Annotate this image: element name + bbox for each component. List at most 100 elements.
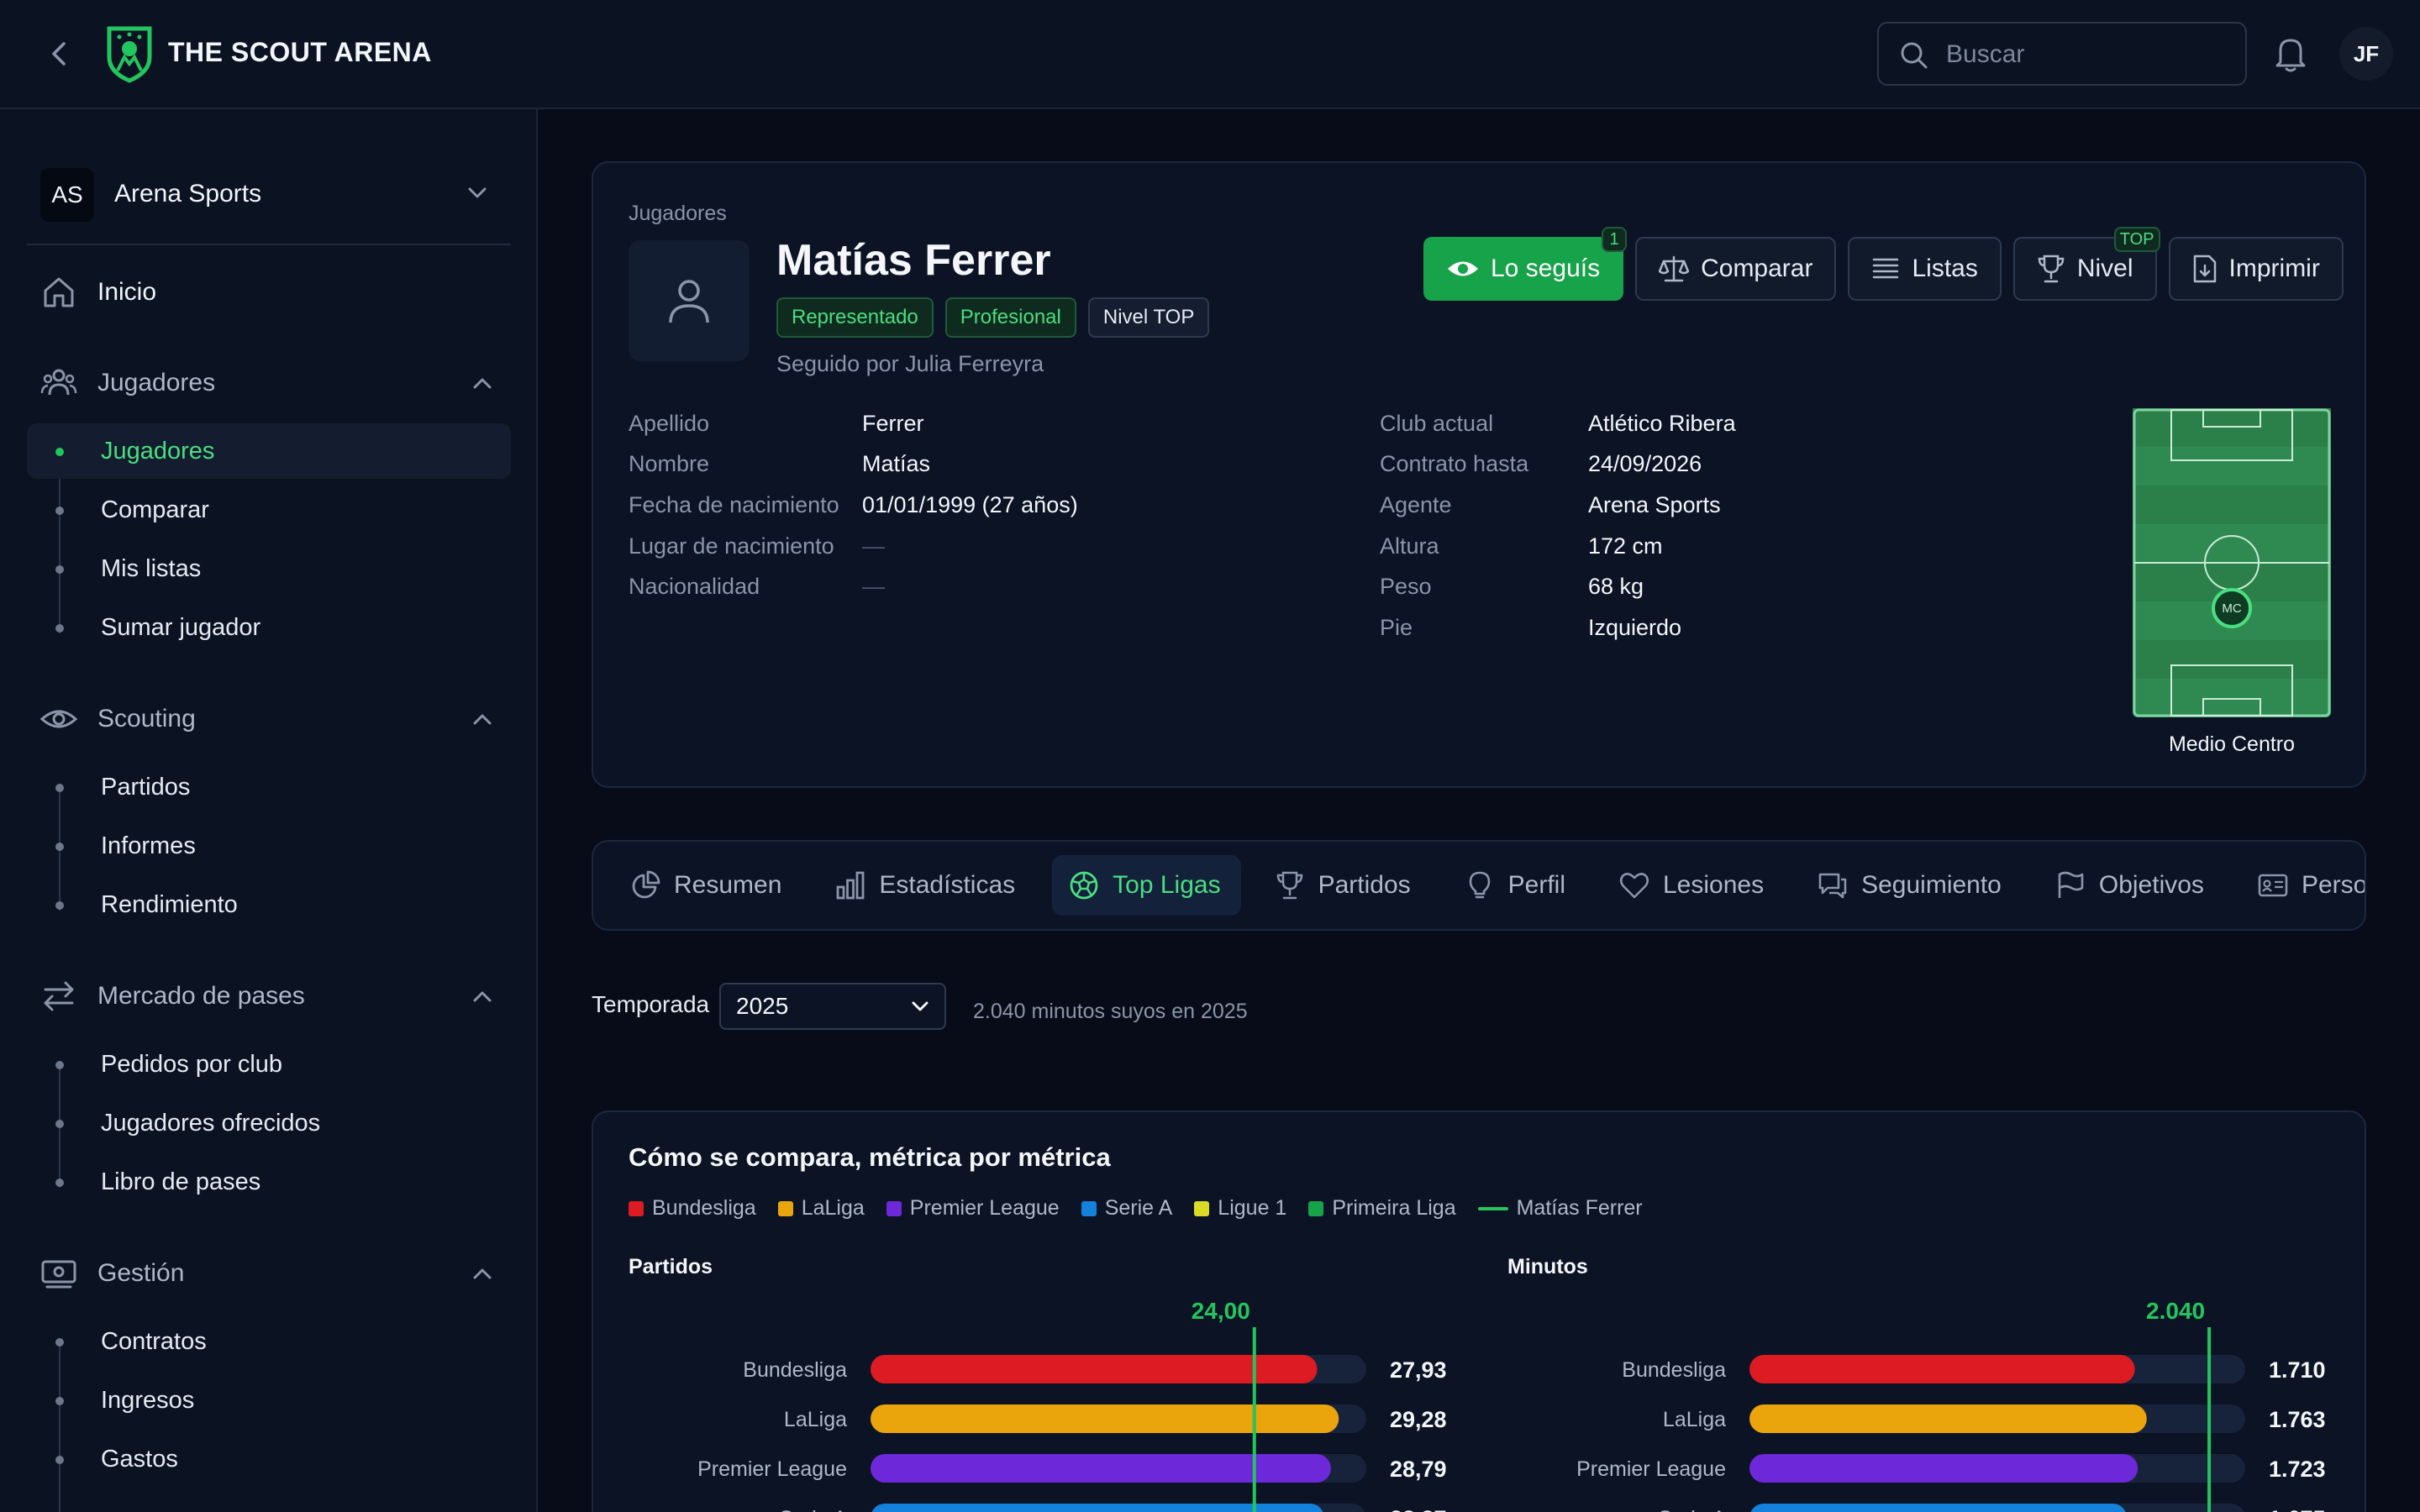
sidebar-item-inicio[interactable]: Inicio bbox=[40, 274, 156, 311]
sidebar-section-label: Gestión bbox=[97, 1259, 185, 1287]
chevron-down-icon bbox=[912, 1001, 929, 1011]
lists-label: Listas bbox=[1912, 255, 1978, 282]
panel-title-minutos: Minutos bbox=[1507, 1255, 1588, 1278]
fact-key: Agente bbox=[1380, 491, 1452, 517]
nav-dot bbox=[55, 448, 64, 456]
sidebar-item-jugadores[interactable]: Jugadores bbox=[27, 423, 511, 479]
search-box[interactable] bbox=[1877, 22, 2247, 86]
sidebar-item-jugadores-ofrecidos[interactable]: Jugadores ofrecidos bbox=[27, 1095, 511, 1151]
fact-row: Club actual Atlético Ribera bbox=[1380, 407, 1736, 440]
follow-label: Lo seguís bbox=[1491, 255, 1601, 282]
nav-dot bbox=[55, 1061, 64, 1069]
sidebar-item-libro-de-pases[interactable]: Libro de pases bbox=[27, 1154, 511, 1210]
fact-key: Peso bbox=[1380, 573, 1432, 599]
value-label: 1.723 bbox=[2269, 1457, 2326, 1482]
sidebar-item-label: Mis listas bbox=[101, 554, 202, 582]
legend-label: Ligue 1 bbox=[1218, 1196, 1287, 1220]
season-select[interactable]: 2025 bbox=[719, 983, 946, 1030]
sidebar-section-gestion[interactable]: Gestión bbox=[40, 1255, 494, 1292]
pie-chart-icon bbox=[632, 870, 660, 899]
fact-value: Izquierdo bbox=[1588, 614, 1682, 640]
fact-key: Apellido bbox=[629, 410, 710, 436]
sidebar-item-label: Partidos bbox=[101, 773, 191, 801]
lists-button[interactable]: Listas bbox=[1848, 237, 2002, 301]
tab-label: Top Ligas bbox=[1113, 871, 1221, 899]
sidebar-item-rendimiento[interactable]: Rendimiento bbox=[27, 877, 511, 932]
profile-tabs: Resumen Estadísticas Top Ligas Partidos … bbox=[592, 840, 2366, 931]
search-icon bbox=[1901, 42, 1928, 69]
tab-resumen[interactable]: Resumen bbox=[613, 855, 802, 916]
tab-partidos[interactable]: Partidos bbox=[1258, 855, 1431, 916]
tab-top-ligas[interactable]: Top Ligas bbox=[1052, 855, 1241, 916]
tab-label: Perfil bbox=[1507, 871, 1565, 899]
notifications-button[interactable] bbox=[2272, 34, 2309, 74]
fact-value: 172 cm bbox=[1588, 533, 1663, 559]
position-code: MC bbox=[2222, 601, 2241, 616]
legend-item: Matías Ferrer bbox=[1477, 1196, 1643, 1221]
bar bbox=[871, 1504, 1323, 1512]
chat-icon bbox=[1818, 873, 1847, 899]
tab-persona[interactable]: Persona bbox=[2241, 855, 2365, 916]
fact-value: Ferrer bbox=[862, 410, 924, 436]
sidebar-item-gastos[interactable]: Gastos bbox=[27, 1431, 511, 1487]
level-badge: TOP bbox=[2113, 227, 2160, 252]
category-label: Bundesliga bbox=[743, 1358, 847, 1382]
sidebar-item-partidos[interactable]: Partidos bbox=[27, 759, 511, 815]
tab-estadisticas[interactable]: Estadísticas bbox=[818, 855, 1035, 916]
sidebar-item-informes[interactable]: Informes bbox=[27, 818, 511, 874]
legend-swatch bbox=[1194, 1200, 1210, 1216]
pitch-position-diagram: MC bbox=[2133, 408, 2331, 717]
tab-label: Estadísticas bbox=[879, 871, 1016, 899]
fact-key: Contrato hasta bbox=[1380, 450, 1529, 476]
subnav-mercado: Pedidos por club Jugadores ofrecidos Lib… bbox=[27, 1037, 511, 1221]
level-button[interactable]: Nivel TOP bbox=[2012, 227, 2160, 301]
sidebar-item-sumar-jugador[interactable]: Sumar jugador bbox=[27, 600, 511, 655]
chart-title: Cómo se compara, métrica por métrica bbox=[629, 1142, 1111, 1172]
sidebar-section-scouting[interactable]: Scouting bbox=[40, 701, 494, 738]
sidebar-item-pedidos-por-club[interactable]: Pedidos por club bbox=[27, 1037, 511, 1092]
season-value: 2025 bbox=[736, 993, 789, 1019]
follow-count-badge: 1 bbox=[1602, 227, 1628, 252]
legend-label: Matías Ferrer bbox=[1516, 1196, 1643, 1220]
legend-swatch bbox=[629, 1200, 644, 1216]
panel-title-partidos: Partidos bbox=[629, 1255, 713, 1278]
print-button[interactable]: Imprimir bbox=[2168, 237, 2344, 301]
tab-perfil[interactable]: Perfil bbox=[1448, 855, 1586, 916]
value-label: 1.675 bbox=[2269, 1506, 2326, 1512]
scale-icon bbox=[1659, 255, 1690, 282]
sidebar-item-ingresos[interactable]: Ingresos bbox=[27, 1373, 511, 1428]
sidebar-section-mercado[interactable]: Mercado de pases bbox=[40, 978, 494, 1015]
tab-lesiones[interactable]: Lesiones bbox=[1602, 855, 1784, 916]
tab-seguimiento[interactable]: Seguimiento bbox=[1801, 855, 2022, 916]
sidebar-item-label: Informes bbox=[101, 832, 196, 859]
sidebar-item-contratos[interactable]: Contratos bbox=[27, 1314, 511, 1369]
user-avatar[interactable]: JF bbox=[2339, 27, 2393, 81]
fact-key: Pie bbox=[1380, 614, 1413, 640]
breadcrumb[interactable]: Jugadores bbox=[629, 202, 727, 226]
sidebar-item-comparar[interactable]: Comparar bbox=[27, 482, 511, 538]
subnav-gestion: Contratos Ingresos Gastos bbox=[27, 1314, 511, 1512]
fact-row: Agente Arena Sports bbox=[1380, 488, 1721, 522]
compare-button[interactable]: Comparar bbox=[1635, 237, 1837, 301]
brand-name[interactable]: THE SCOUT ARENA bbox=[168, 37, 432, 68]
follow-button[interactable]: Lo seguís 1 bbox=[1423, 227, 1628, 301]
back-button[interactable] bbox=[42, 37, 76, 71]
sidebar-item-label: Contratos bbox=[101, 1327, 207, 1355]
player-tags: Representado Profesional Nivel TOP bbox=[776, 297, 1210, 338]
sidebar-item-mis-listas[interactable]: Mis listas bbox=[27, 541, 511, 596]
shield-logo-icon[interactable] bbox=[104, 24, 155, 84]
tab-objetivos[interactable]: Objetivos bbox=[2039, 855, 2224, 916]
org-switcher[interactable]: AS Arena Sports bbox=[27, 141, 511, 245]
search-input[interactable] bbox=[1946, 35, 2232, 74]
value-label: 1.710 bbox=[2269, 1357, 2326, 1383]
nav-dot bbox=[55, 1456, 64, 1464]
category-label: Serie A bbox=[1658, 1507, 1726, 1512]
subnav-jugadores: Jugadores Comparar Mis listas Sumar juga… bbox=[27, 423, 511, 667]
sidebar-section-jugadores[interactable]: Jugadores bbox=[40, 365, 494, 402]
value-label: 28,79 bbox=[1390, 1457, 1447, 1482]
legend-item: LaLiga bbox=[777, 1196, 865, 1221]
category-label: Bundesliga bbox=[1622, 1358, 1726, 1382]
bar bbox=[871, 1404, 1339, 1433]
legend-swatch bbox=[1308, 1200, 1324, 1216]
fact-key: Nacionalidad bbox=[629, 573, 760, 599]
